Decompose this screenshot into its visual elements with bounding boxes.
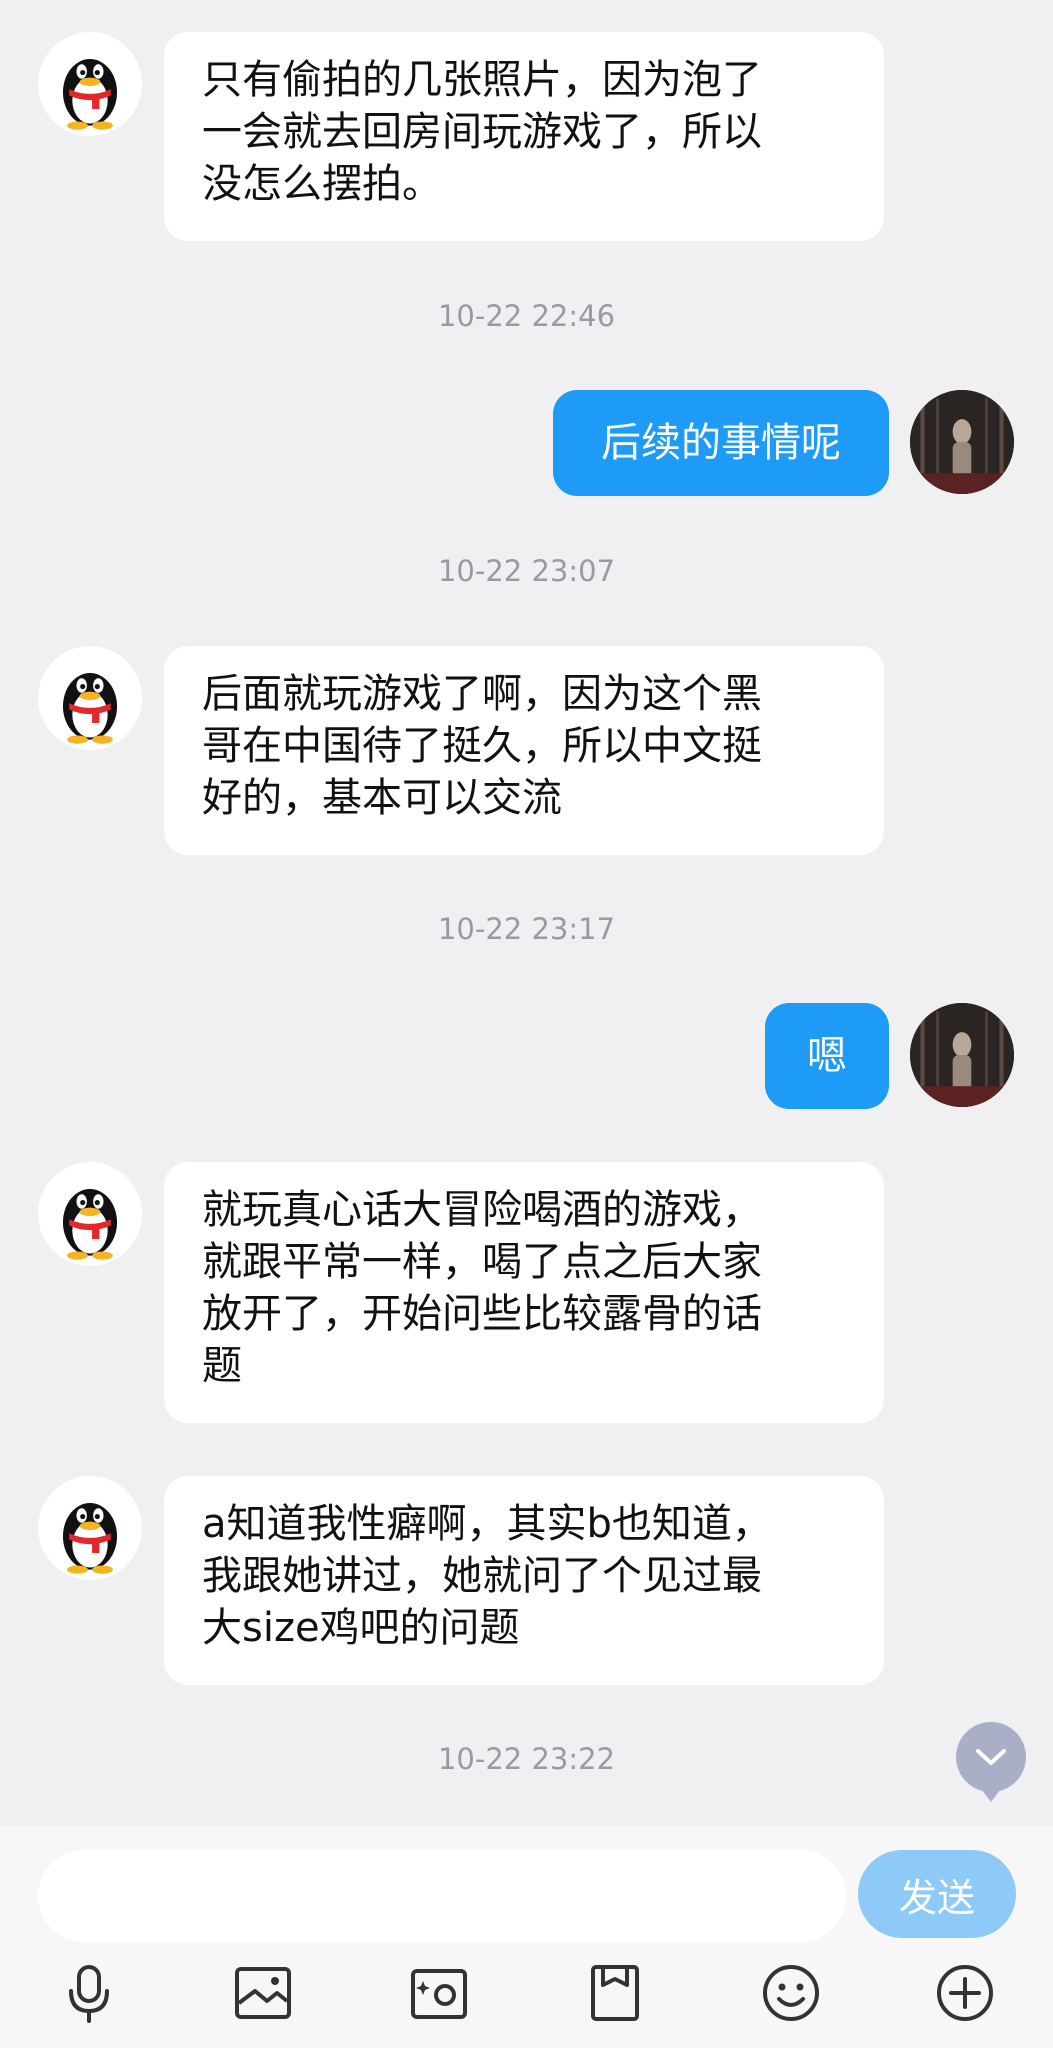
timestamp: 10-22 22:46	[437, 299, 616, 333]
user-photo-avatar-icon	[910, 1003, 1014, 1107]
peer-avatar[interactable]	[38, 1162, 142, 1266]
message-bubble-incoming[interactable]: 后面就玩游戏了啊，因为这个黑 哥在中国待了挺久，所以中文挺 好的，基本可以交流	[164, 646, 884, 855]
peer-avatar[interactable]	[38, 32, 142, 136]
plus-icon	[937, 1965, 993, 2021]
self-avatar[interactable]	[910, 390, 1014, 494]
microphone-icon	[69, 1965, 109, 2023]
file-button[interactable]	[580, 1958, 650, 2028]
emoji-button[interactable]	[756, 1958, 826, 2028]
file-icon	[591, 1965, 639, 2021]
message-bubble-incoming[interactable]: 就玩真心话大冒险喝酒的游戏， 就跟平常一样，喝了点之后大家 放开了，开始问些比较…	[164, 1162, 884, 1423]
image-icon	[235, 1967, 291, 2019]
message-input[interactable]	[38, 1850, 846, 1942]
timestamp: 10-22 23:22	[437, 1742, 616, 1776]
camera-icon	[411, 1969, 467, 2019]
emoji-icon	[763, 1965, 819, 2021]
message-bubble-incoming[interactable]: a知道我性癖啊，其实b也知道， 我跟她讲过，她就问了个见过最 大size鸡吧的问…	[164, 1476, 884, 1685]
penguin-avatar-icon	[62, 1503, 118, 1574]
timestamp: 10-22 23:07	[437, 554, 616, 588]
input-bar: 发送	[0, 1826, 1053, 2048]
self-avatar[interactable]	[910, 1003, 1014, 1107]
penguin-avatar-icon	[62, 59, 118, 130]
chevron-down-icon	[976, 1749, 1006, 1765]
message-bubble-incoming[interactable]: 只有偷拍的几张照片，因为泡了 一会就去回房间玩游戏了，所以 没怎么摆拍。	[164, 32, 884, 241]
penguin-avatar-icon	[62, 673, 118, 744]
timestamp: 10-22 23:17	[437, 912, 616, 946]
more-button[interactable]	[930, 1958, 1000, 2028]
camera-button[interactable]	[404, 1958, 474, 2028]
voice-button[interactable]	[54, 1958, 124, 2028]
image-button[interactable]	[228, 1958, 298, 2028]
scroll-to-bottom-button[interactable]	[956, 1722, 1026, 1802]
penguin-avatar-icon	[62, 1189, 118, 1260]
send-button[interactable]: 发送	[858, 1850, 1016, 1938]
peer-avatar[interactable]	[38, 646, 142, 750]
message-bubble-outgoing[interactable]: 后续的事情呢	[553, 390, 889, 496]
message-bubble-outgoing[interactable]: 嗯	[765, 1003, 889, 1109]
peer-avatar[interactable]	[38, 1476, 142, 1580]
user-photo-avatar-icon	[910, 390, 1014, 494]
